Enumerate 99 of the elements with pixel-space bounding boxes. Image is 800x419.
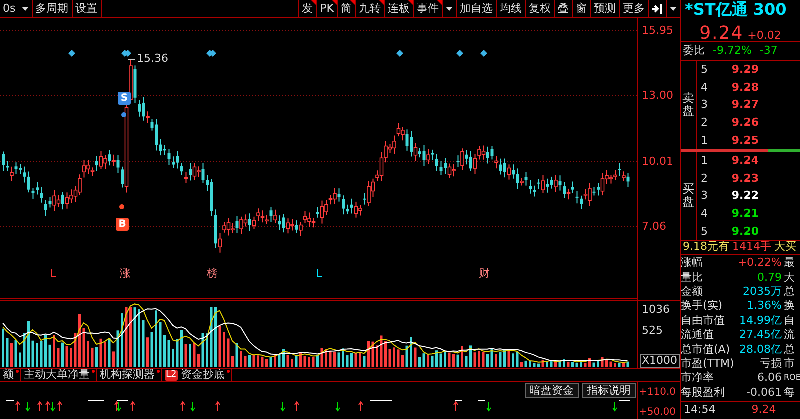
side-label: 买盘 <box>682 182 694 210</box>
stat-label: 市 <box>784 358 796 370</box>
last-price: 9.24 <box>700 22 744 45</box>
volume-axis-label: 1036 <box>642 304 670 316</box>
stat-label: 每 <box>784 386 796 399</box>
stat-label: 流 <box>784 329 796 342</box>
order-level: 2 <box>701 116 709 130</box>
stat-value: 2035万 <box>742 286 783 298</box>
stat-value: 14.99亿 <box>738 314 783 327</box>
event-label: L <box>316 268 322 280</box>
toolbar-button[interactable]: 设置 <box>72 0 102 17</box>
stat-label: 金额 <box>681 286 704 298</box>
side-label: 卖盘 <box>682 92 694 118</box>
stat-label: 每股盈利 <box>681 386 726 399</box>
order-price: 9.28 <box>730 80 759 94</box>
price-axis-label: 13.00 <box>642 90 674 102</box>
order-level: 1 <box>701 154 709 168</box>
order-level: 2 <box>701 172 709 185</box>
order-level: 1 <box>701 134 709 147</box>
order-level: 3 <box>701 98 709 112</box>
toolbar-button[interactable]: 连板 <box>384 0 413 17</box>
stat-label: 流通值 <box>681 329 715 342</box>
order-level: 4 <box>701 207 709 220</box>
order-price: 9.25 <box>730 134 759 147</box>
stat-label: 总 <box>784 286 796 298</box>
stat-value: 28.08亿 <box>738 344 783 356</box>
indicator-axis-label: +50.00 <box>639 407 676 419</box>
price-axis-label: 7.06 <box>642 221 666 234</box>
stat-label: 涨幅 <box>681 257 704 270</box>
order-price: 9.27 <box>730 98 759 112</box>
toolbar-button[interactable]: 事件 <box>413 0 442 17</box>
order-level: 5 <box>701 224 709 238</box>
toolbar-button[interactable]: 复权 <box>525 0 554 17</box>
toolbar-button[interactable]: 简 <box>337 0 355 17</box>
event-label: 财 <box>479 268 490 280</box>
tab-label: 额 <box>3 369 14 381</box>
buy-signal-marker: B <box>116 218 129 231</box>
stat-label: 市净率 <box>681 372 715 384</box>
stat-value: +0.22% <box>736 257 783 270</box>
stat-label: 总市值(A) <box>681 344 732 356</box>
big-order-volume: 1414手 <box>732 239 772 256</box>
order-ratio-diff: -37 <box>760 42 778 59</box>
order-price: 9.22 <box>730 189 759 202</box>
stat-label: 量比 <box>681 272 704 284</box>
toolbar-button[interactable]: 均线 <box>496 0 525 17</box>
event-label: 涨 <box>120 268 131 280</box>
trade-time: 14:54 <box>684 402 716 418</box>
stat-value: 0.79 <box>756 272 783 284</box>
tab-label: 机构探测器 <box>100 369 155 381</box>
price-axis-label: 15.95 <box>642 25 674 37</box>
stat-value: 27.45亿 <box>738 329 783 342</box>
stat-label: 市盈(TTM) <box>681 358 736 370</box>
toolbar-button[interactable]: 加自选 <box>456 0 496 17</box>
indicator-panel-button[interactable]: 暗盘资金 <box>525 383 579 398</box>
order-level: 4 <box>701 80 709 94</box>
order-level: 3 <box>701 189 709 202</box>
peak-price-label: 15.36 <box>137 53 168 65</box>
stat-value: 1.36% <box>746 300 783 312</box>
order-ratio-label: 委比 <box>683 42 705 59</box>
order-price: 9.29 <box>730 63 759 76</box>
stat-label: 总 <box>784 344 796 356</box>
event-label: L <box>50 268 56 280</box>
toolbar-button[interactable]: PK <box>316 0 337 17</box>
order-price: 9.24 <box>730 154 759 168</box>
toolbar-button[interactable]: 九转 <box>355 0 384 17</box>
order-price: 9.23 <box>730 172 759 185</box>
stat-value: -0.061 <box>746 386 783 399</box>
indicator-tab[interactable]: 机构探测器 <box>97 369 162 381</box>
toolbar-button[interactable]: 发 <box>298 0 316 17</box>
stat-label: 最 <box>784 257 796 270</box>
volume-unit-label: X1000 <box>640 354 680 368</box>
trade-price: 9.24 <box>752 402 776 418</box>
stat-value: 6.06 <box>756 372 783 384</box>
stat-label: 自由市值 <box>681 314 726 327</box>
tab-label: 资金抄底 <box>180 369 225 381</box>
stat-label: 换手(实) <box>681 300 724 312</box>
order-price: 9.20 <box>730 224 759 238</box>
indicator-tab[interactable]: 额 <box>0 369 21 381</box>
event-label: 榜 <box>207 268 218 280</box>
price-change: +0.02 <box>748 28 782 44</box>
order-price: 9.26 <box>730 116 759 130</box>
stat-label: 大 <box>784 272 796 284</box>
big-order-side: 大买 <box>774 239 796 256</box>
indicator-tab[interactable]: L2 资金抄底 <box>162 369 232 381</box>
sell-signal-marker: S <box>118 92 131 105</box>
order-ratio-value: -9.72% <box>713 42 752 59</box>
stock-title: *ST亿通 300 <box>684 0 788 20</box>
big-order-price: 9.18元有 <box>683 239 730 256</box>
stat-label: ROE <box>784 372 800 384</box>
level-badge: L2 <box>165 370 178 380</box>
volume-axis-label: 525 <box>642 325 663 337</box>
order-price: 9.21 <box>730 207 759 220</box>
order-level: 5 <box>701 63 709 76</box>
stat-value: 亏损 <box>759 358 783 370</box>
price-axis-label: 10.01 <box>642 156 674 168</box>
indicator-panel-button[interactable]: 指标说明 <box>582 383 636 398</box>
indicator-axis-label: +110.0 <box>639 387 676 399</box>
stat-label: 自 <box>784 314 796 327</box>
stat-label: 换 <box>784 300 796 312</box>
